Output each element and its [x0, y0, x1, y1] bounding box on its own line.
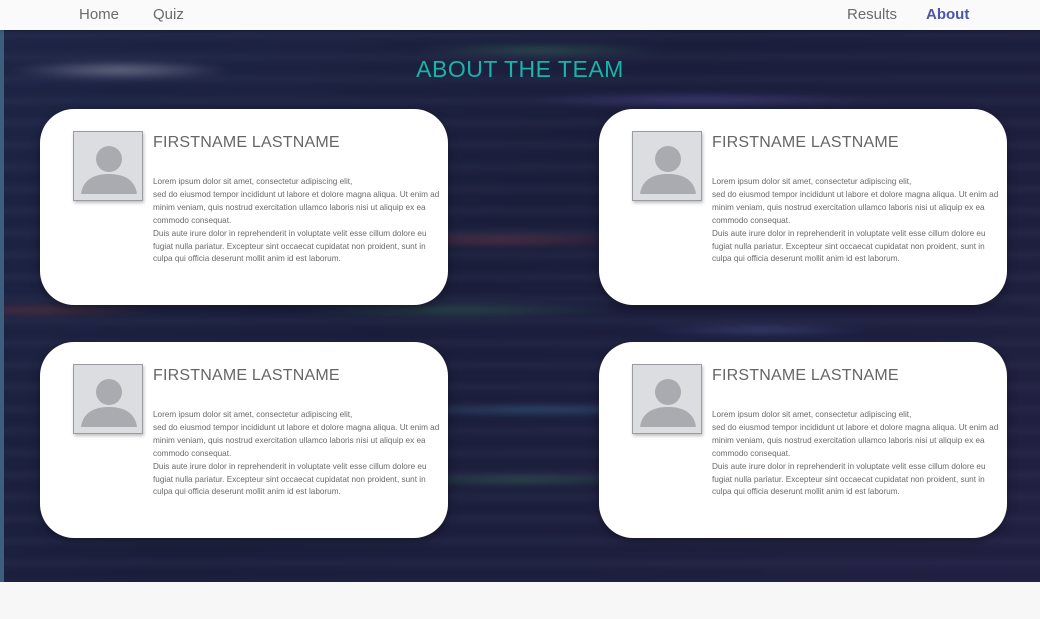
top-navbar: Home Quiz Results About	[0, 0, 1040, 30]
user-placeholder-icon	[73, 131, 143, 201]
team-member-card: FIRSTNAME LASTNAME Lorem ipsum dolor sit…	[599, 109, 1007, 305]
nav-link-about[interactable]: About	[926, 6, 969, 23]
left-edge-strip	[0, 30, 4, 582]
member-bio: Lorem ipsum dolor sit amet, consectetur …	[153, 177, 440, 264]
user-placeholder-icon	[632, 131, 702, 201]
team-member-card: FIRSTNAME LASTNAME Lorem ipsum dolor sit…	[40, 109, 448, 305]
member-bio: Lorem ipsum dolor sit amet, consectetur …	[153, 410, 440, 497]
member-name: FIRSTNAME LASTNAME	[153, 367, 340, 384]
user-placeholder-icon	[73, 364, 143, 434]
nav-link-results[interactable]: Results	[847, 6, 897, 23]
team-member-card: FIRSTNAME LASTNAME Lorem ipsum dolor sit…	[599, 342, 1007, 538]
nav-link-quiz[interactable]: Quiz	[153, 6, 184, 23]
team-member-card: FIRSTNAME LASTNAME Lorem ipsum dolor sit…	[40, 342, 448, 538]
member-bio: Lorem ipsum dolor sit amet, consectetur …	[712, 410, 999, 497]
member-bio: Lorem ipsum dolor sit amet, consectetur …	[712, 177, 999, 264]
page-footer	[0, 582, 1040, 619]
member-name: FIRSTNAME LASTNAME	[712, 134, 899, 151]
member-name: FIRSTNAME LASTNAME	[712, 367, 899, 384]
member-name: FIRSTNAME LASTNAME	[153, 134, 340, 151]
page-title: ABOUT THE TEAM	[416, 56, 624, 82]
user-placeholder-icon	[632, 364, 702, 434]
nav-link-home[interactable]: Home	[79, 6, 119, 23]
